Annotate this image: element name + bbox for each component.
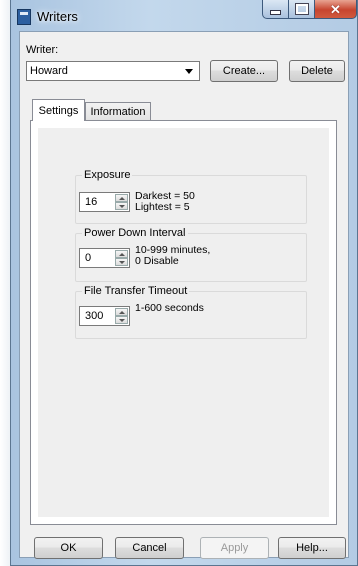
help-button[interactable]: Help... [278,537,346,559]
spin-down-icon[interactable] [115,258,128,266]
file-transfer-title: File Transfer Timeout [82,285,190,297]
cancel-button[interactable]: Cancel [115,537,184,559]
dialog-client-area: Writer: Howard Create... Delete Settings… [19,31,349,559]
window-title: Writers [37,9,78,24]
exposure-value[interactable]: 16 [85,196,97,208]
exposure-hint-lightest: Lightest = 5 [135,201,190,213]
writer-dropdown[interactable]: Howard [26,61,200,81]
spin-up-icon[interactable] [115,250,128,258]
file-transfer-value[interactable]: 300 [85,310,103,322]
file-transfer-spinner[interactable]: 300 [79,306,130,326]
desktop-background [0,0,10,566]
apply-button[interactable]: Apply [200,537,269,559]
spin-up-icon[interactable] [115,308,128,316]
power-down-spin-buttons[interactable] [115,250,128,266]
exposure-group: Exposure 16 Darkest = 50 Lightest = 5 [75,169,307,224]
title-bar[interactable]: Writers ✕ [11,0,357,32]
app-icon [17,9,31,25]
power-down-spinner[interactable]: 0 [79,248,130,268]
settings-panel-body: Exposure 16 Darkest = 50 Lightest = 5 Po… [38,128,329,517]
maximize-icon [294,3,309,15]
tab-settings[interactable]: Settings [32,99,85,121]
maximize-button[interactable] [289,0,315,19]
chevron-down-icon[interactable] [185,69,193,74]
writer-selected-value: Howard [30,65,68,77]
delete-button[interactable]: Delete [289,60,345,82]
settings-panel: Exposure 16 Darkest = 50 Lightest = 5 Po… [30,120,337,525]
tab-information[interactable]: Information [85,102,151,120]
exposure-spinner[interactable]: 16 [79,192,130,212]
ok-button[interactable]: OK [34,537,103,559]
writer-label: Writer: [26,44,59,56]
file-transfer-spin-buttons[interactable] [115,308,128,324]
minimize-icon [270,9,281,15]
exposure-title: Exposure [82,169,133,181]
spin-up-icon[interactable] [115,194,128,202]
create-button[interactable]: Create... [210,60,278,82]
close-button[interactable]: ✕ [315,0,357,19]
close-icon: ✕ [330,1,341,17]
file-transfer-hint: 1-600 seconds [135,302,204,314]
minimize-button[interactable] [262,0,289,19]
spin-down-icon[interactable] [115,202,128,210]
power-down-value[interactable]: 0 [85,252,91,264]
spin-down-icon[interactable] [115,316,128,324]
power-down-group: Power Down Interval 0 10-999 minutes, 0 … [75,227,307,282]
exposure-spin-buttons[interactable] [115,194,128,210]
power-down-title: Power Down Interval [82,227,188,239]
file-transfer-group: File Transfer Timeout 300 1-600 seconds [75,285,307,339]
writers-window: Writers ✕ Writer: Howard Create... Delet… [10,0,358,566]
power-down-hint-disable: 0 Disable [135,255,179,267]
